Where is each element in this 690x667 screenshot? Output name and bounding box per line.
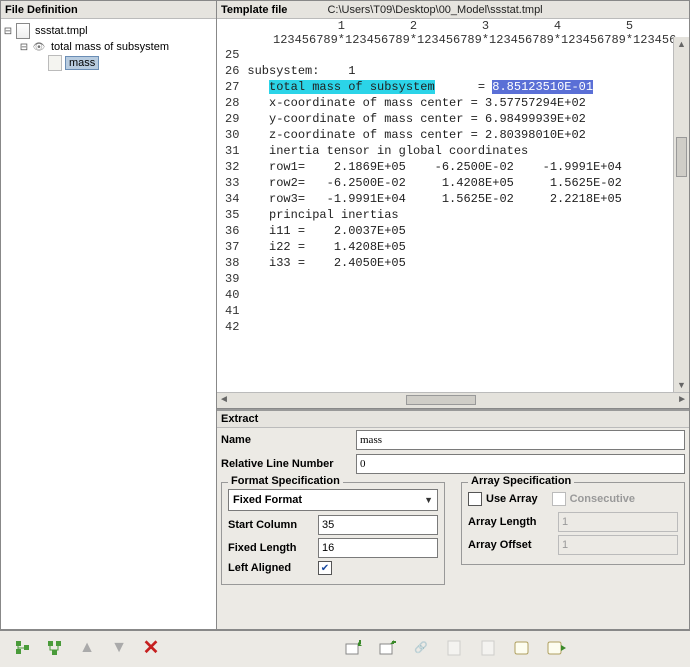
file-icon (15, 24, 31, 38)
array-spec-group: Array Specification Use Array Consecutiv… (461, 482, 685, 565)
chevron-down-icon: ▼ (424, 495, 433, 505)
extract-header: Extract (217, 411, 689, 428)
doc-a-button[interactable] (444, 637, 466, 659)
tree-child-row[interactable]: ⊟ total mass of subsystem (3, 39, 214, 55)
array-offset-label: Array Offset (468, 539, 558, 551)
export-button[interactable] (376, 637, 398, 659)
use-array-checkbox[interactable] (468, 492, 482, 506)
start-col-input[interactable] (318, 515, 438, 535)
consecutive-checkbox (552, 492, 566, 506)
tree-root-label: ssstat.tmpl (33, 25, 90, 37)
script-run-button[interactable] (546, 637, 568, 659)
format-legend: Format Specification (228, 475, 343, 487)
tree-toggle-icon[interactable]: ⊟ (19, 42, 29, 52)
format-spec-group: Format Specification Fixed Format ▼ Star… (221, 482, 445, 585)
array-legend: Array Specification (468, 475, 574, 487)
format-combo-value: Fixed Format (233, 494, 302, 506)
extract-panel: Extract Name Relative Line Number Format… (217, 409, 689, 587)
file-tree[interactable]: ⊟ ssstat.tmpl ⊟ total mass of subsystem … (1, 19, 216, 629)
fixed-len-input[interactable] (318, 538, 438, 558)
file-definition-panel: File Definition ⊟ ssstat.tmpl ⊟ total ma… (1, 1, 217, 629)
tree-root-row[interactable]: ⊟ ssstat.tmpl (3, 23, 214, 39)
tree-child-label: total mass of subsystem (49, 41, 171, 53)
doc-b-button[interactable] (478, 637, 500, 659)
template-title: Template file (221, 4, 287, 16)
horizontal-scrollbar[interactable] (217, 392, 689, 408)
tree-collapse-button[interactable] (44, 637, 66, 659)
script-button[interactable] (512, 637, 534, 659)
import-button[interactable] (342, 637, 364, 659)
file-definition-header: File Definition (1, 1, 216, 19)
scrollbar-thumb[interactable] (676, 137, 687, 177)
tree-leaf-label: mass (65, 56, 99, 70)
tree-toggle-icon[interactable]: ⊟ (3, 26, 13, 36)
template-header: Template file C:\Users\T09\Desktop\00_Mo… (217, 1, 689, 19)
name-input[interactable] (356, 430, 685, 450)
array-length-label: Array Length (468, 516, 558, 528)
left-aligned-checkbox[interactable] (318, 561, 332, 575)
tree-leaf-row[interactable]: mass (3, 55, 214, 71)
array-offset-input (558, 535, 678, 555)
relnum-input[interactable] (356, 454, 685, 474)
eye-icon (31, 40, 47, 54)
blank-icon (47, 56, 63, 70)
ruler: 1 2 3 4 5 123456789*123456789*123456789*… (217, 19, 689, 47)
code-text[interactable]: subsystem: 1 total mass of subsystem = 8… (247, 47, 689, 392)
template-path: C:\Users\T09\Desktop\00_Model\ssstat.tmp… (327, 4, 542, 16)
vertical-scrollbar[interactable] (673, 37, 689, 392)
fixed-len-label: Fixed Length (228, 542, 318, 554)
relnum-label: Relative Line Number (221, 458, 356, 470)
use-array-label: Use Array (486, 493, 538, 505)
template-code-area: 1 2 3 4 5 123456789*123456789*123456789*… (217, 19, 689, 409)
highlight-value: 8.85123510E-01 (492, 80, 593, 94)
name-label: Name (221, 434, 356, 446)
scrollbar-thumb[interactable] (406, 395, 476, 405)
link-button[interactable]: 🔗 (410, 637, 432, 659)
line-gutter: 252627282930313233343536373839404142 (217, 47, 247, 392)
left-aligned-label: Left Aligned (228, 562, 318, 574)
array-length-input (558, 512, 678, 532)
bottom-toolbar: ▲ ▼ ✕ 🔗 (0, 630, 690, 664)
move-up-button[interactable]: ▲ (76, 637, 98, 659)
move-down-button[interactable]: ▼ (108, 637, 130, 659)
consecutive-label: Consecutive (570, 493, 635, 505)
format-combo[interactable]: Fixed Format ▼ (228, 489, 438, 511)
delete-button[interactable]: ✕ (140, 637, 162, 659)
highlight-keyword: total mass of subsystem (269, 80, 435, 94)
start-col-label: Start Column (228, 519, 318, 531)
tree-expand-button[interactable] (12, 637, 34, 659)
